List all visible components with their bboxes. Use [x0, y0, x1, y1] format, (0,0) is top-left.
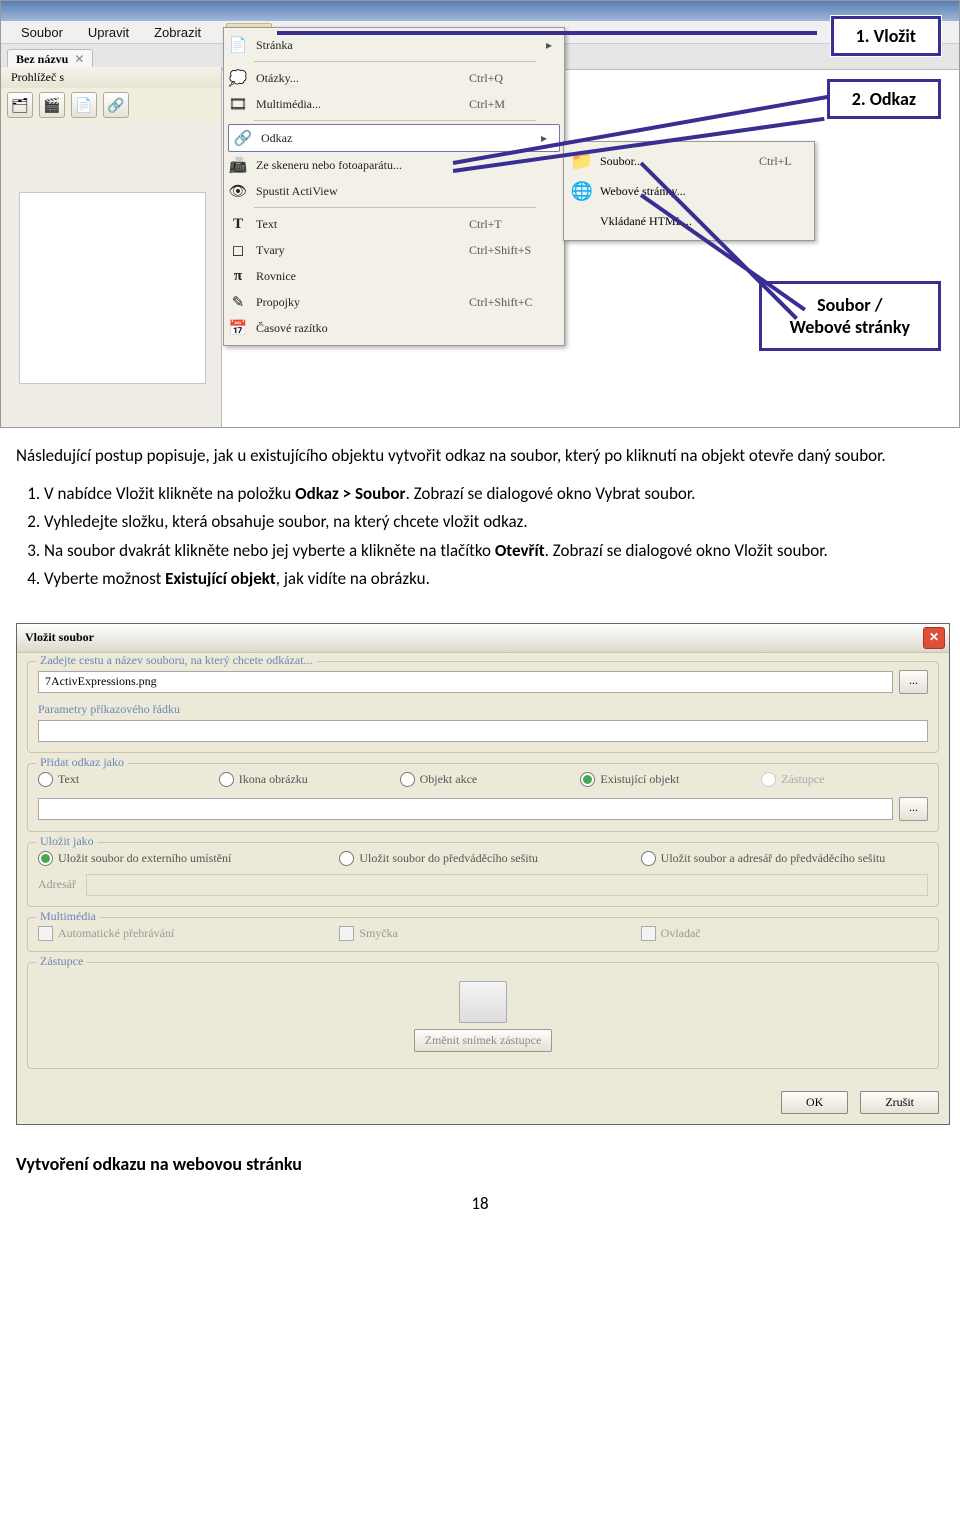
directory-input	[86, 874, 928, 896]
chk-controller: Ovladač	[641, 926, 928, 941]
browse-button[interactable]: ...	[899, 797, 928, 821]
radio-shortcut: Zástupce	[761, 772, 928, 787]
media-icon: 🎞	[224, 95, 252, 114]
cancel-button[interactable]: Zrušit	[860, 1091, 939, 1114]
dialog-title: Vložit soubor	[25, 630, 94, 645]
step-2: Vyhledejte složku, která obsahuje soubor…	[44, 509, 948, 535]
menu-item-multimedia[interactable]: 🎞Multimédia...Ctrl+M	[224, 91, 564, 117]
radio-action-object[interactable]: Objekt akce	[400, 772, 567, 787]
intro-paragraph: Následující postup popisuje, jak u exist…	[0, 428, 960, 481]
fieldset-shortcut: Zástupce Změnit snímek zástupce	[27, 962, 939, 1069]
globe-icon: 🌐	[564, 181, 600, 202]
close-icon[interactable]: ✕	[74, 52, 84, 67]
fieldset-legend: Uložit jako	[36, 834, 98, 849]
link-icon: 🔗	[229, 129, 257, 148]
menu-view[interactable]: Zobrazit	[154, 25, 201, 40]
callout-line	[277, 31, 817, 35]
tab-title: Bez názvu	[16, 52, 68, 67]
tool-icon[interactable]: 🔗	[103, 92, 129, 118]
radio-text[interactable]: Text	[38, 772, 205, 787]
tool-icon[interactable]: 🎬	[39, 92, 65, 118]
callout-3: Soubor /Webové stránky	[759, 281, 941, 351]
callout-1: 1. Vložit	[831, 16, 941, 56]
page-number: 18	[0, 1175, 960, 1224]
ok-button[interactable]: OK	[781, 1091, 848, 1114]
date-icon: 📅	[224, 319, 252, 338]
step-3: Na soubor dvakrát klikněte nebo jej vybe…	[44, 538, 948, 564]
fieldset-legend: Zadejte cestu a název souboru, na který …	[36, 653, 317, 668]
radio-save-external[interactable]: Uložit soubor do externího umístění	[38, 851, 325, 866]
menu-item-questions[interactable]: 💭Otázky...Ctrl+Q	[224, 65, 564, 91]
steps-list: V nabídce Vložit klikněte na položku Odk…	[0, 481, 960, 611]
change-thumbnail-button: Změnit snímek zástupce	[414, 1029, 553, 1052]
step-1: V nabídce Vložit klikněte na položku Odk…	[44, 481, 948, 507]
insert-file-dialog: Vložit soubor ✕ Zadejte cestu a název so…	[16, 623, 950, 1125]
questions-icon: 💭	[224, 69, 252, 88]
radio-save-flipchart[interactable]: Uložit soubor do předváděcího sešitu	[339, 851, 626, 866]
radio-existing-object[interactable]: Existující objekt	[580, 772, 747, 787]
fieldset-path: Zadejte cestu a název souboru, na který …	[27, 661, 939, 753]
document-tab[interactable]: Bez názvu ✕	[7, 49, 93, 69]
close-button[interactable]: ✕	[923, 627, 945, 649]
connector-icon: ✎	[224, 293, 252, 312]
page-thumbnail	[19, 192, 206, 384]
params-label: Parametry příkazového řádku	[38, 702, 928, 717]
radio-save-dir[interactable]: Uložit soubor a adresář do předváděcího …	[641, 851, 928, 866]
shape-icon: ◻	[224, 241, 252, 260]
sidebar: Prohlížeč s 🗂 🎬 📄 🔗	[1, 67, 222, 427]
menu-item-activiview[interactable]: 👁Spustit ActiView	[224, 178, 564, 204]
thumbnail-preview	[459, 981, 507, 1023]
fieldset-add-as: Přidat odkaz jako Text Ikona obrázku Obj…	[27, 763, 939, 832]
filepath-input[interactable]	[38, 671, 893, 693]
dialog-titlebar: Vložit soubor ✕	[17, 624, 949, 653]
app-screenshot: Soubor Upravit Zobrazit Vložit Nástroje …	[0, 0, 960, 428]
tool-icon[interactable]: 📄	[71, 92, 97, 118]
menu-item-equation[interactable]: πRovnice	[224, 263, 564, 289]
text-icon: T	[224, 216, 252, 233]
eye-icon: 👁	[224, 182, 252, 201]
menu-file[interactable]: Soubor	[21, 25, 63, 40]
params-input[interactable]	[38, 720, 928, 742]
fieldset-legend: Zástupce	[36, 954, 87, 969]
menu-item-connectors[interactable]: ✎PropojkyCtrl+Shift+C	[224, 289, 564, 315]
directory-label: Adresář	[38, 877, 76, 892]
chk-loop: Smyčka	[339, 926, 626, 941]
chk-autoplay: Automatické přehrávání	[38, 926, 325, 941]
menu-edit[interactable]: Upravit	[88, 25, 129, 40]
menu-item-timestamp[interactable]: 📅Časové razítko	[224, 315, 564, 341]
menu-item-text[interactable]: TTextCtrl+T	[224, 211, 564, 237]
tool-icon[interactable]: 🗂	[7, 92, 33, 118]
submenu-item-web[interactable]: 🌐Webové stránky...	[564, 176, 814, 206]
menu-item-shapes[interactable]: ◻TvaryCtrl+Shift+S	[224, 237, 564, 263]
scanner-icon: 📠	[224, 156, 252, 175]
page-icon: 📄	[224, 36, 252, 55]
callout-2: 2. Odkaz	[827, 79, 941, 119]
window-titlebar	[1, 1, 959, 21]
fieldset-legend: Přidat odkaz jako	[36, 755, 128, 770]
menu-item-scanner[interactable]: 📠Ze skeneru nebo fotoaparátu...	[224, 152, 564, 178]
fieldset-multimedia: Multimédia Automatické přehrávání Smyčka…	[27, 917, 939, 952]
sidebar-toolbar: 🗂 🎬 📄 🔗	[1, 88, 221, 122]
pi-icon: π	[224, 268, 252, 285]
object-input[interactable]	[38, 798, 893, 820]
section-heading: Vytvoření odkazu na webovou stránku	[0, 1125, 960, 1175]
browse-button[interactable]: ...	[899, 670, 928, 694]
fieldset-save-as: Uložit jako Uložit soubor do externího u…	[27, 842, 939, 907]
fieldset-legend: Multimédia	[36, 909, 100, 924]
step-4: Vyberte možnost Existující objekt, jak v…	[44, 566, 948, 592]
insert-menu-dropdown: 📄Stránka▸ 💭Otázky...Ctrl+Q 🎞Multimédia..…	[223, 27, 565, 346]
browser-panel-title: Prohlížeč s	[1, 67, 221, 88]
radio-icon[interactable]: Ikona obrázku	[219, 772, 386, 787]
menu-item-link[interactable]: 🔗Odkaz▸	[228, 124, 560, 152]
menu-item-page[interactable]: 📄Stránka▸	[224, 32, 564, 58]
